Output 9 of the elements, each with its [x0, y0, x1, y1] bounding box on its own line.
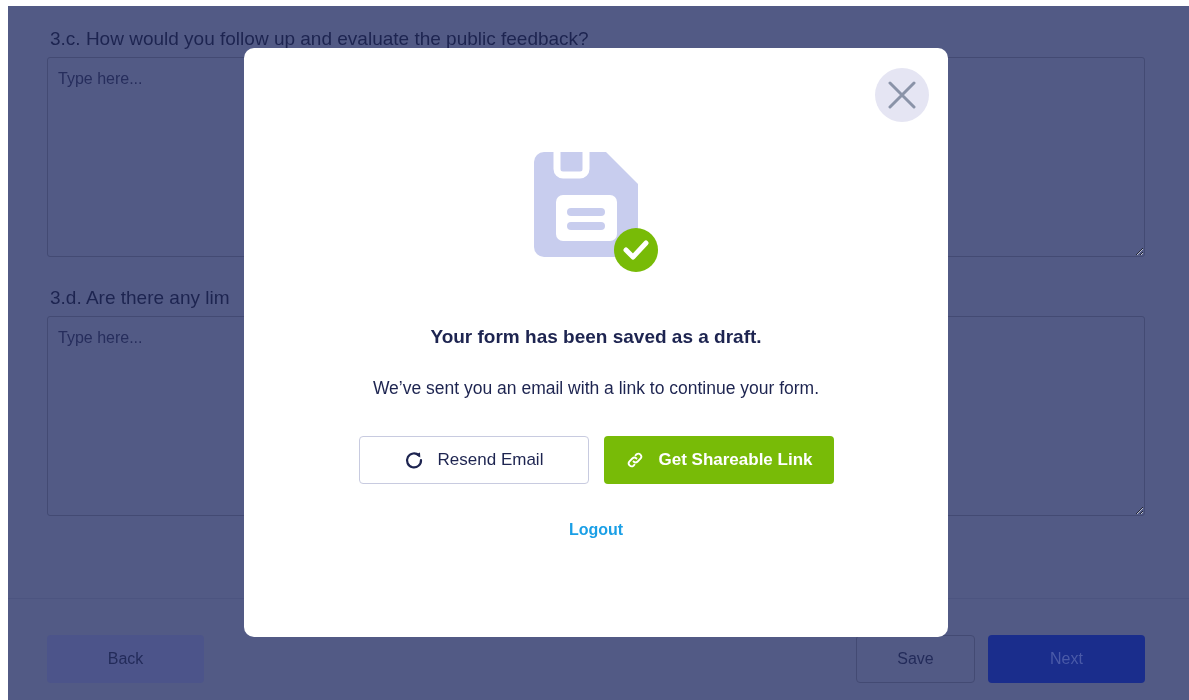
- resend-email-button[interactable]: Resend Email: [358, 436, 589, 484]
- dialog-message: We’ve sent you an email with a link to continue your form.: [372, 378, 820, 399]
- refresh-icon: [403, 450, 424, 470]
- floppy-disk-check-icon: [534, 152, 658, 274]
- logout-link[interactable]: Logout: [568, 521, 624, 539]
- close-icon: [888, 81, 916, 109]
- close-button[interactable]: [875, 68, 929, 122]
- dialog-title: Your form has been saved as a draft.: [430, 326, 762, 348]
- shareable-link-button[interactable]: Get Shareable Link: [603, 436, 834, 484]
